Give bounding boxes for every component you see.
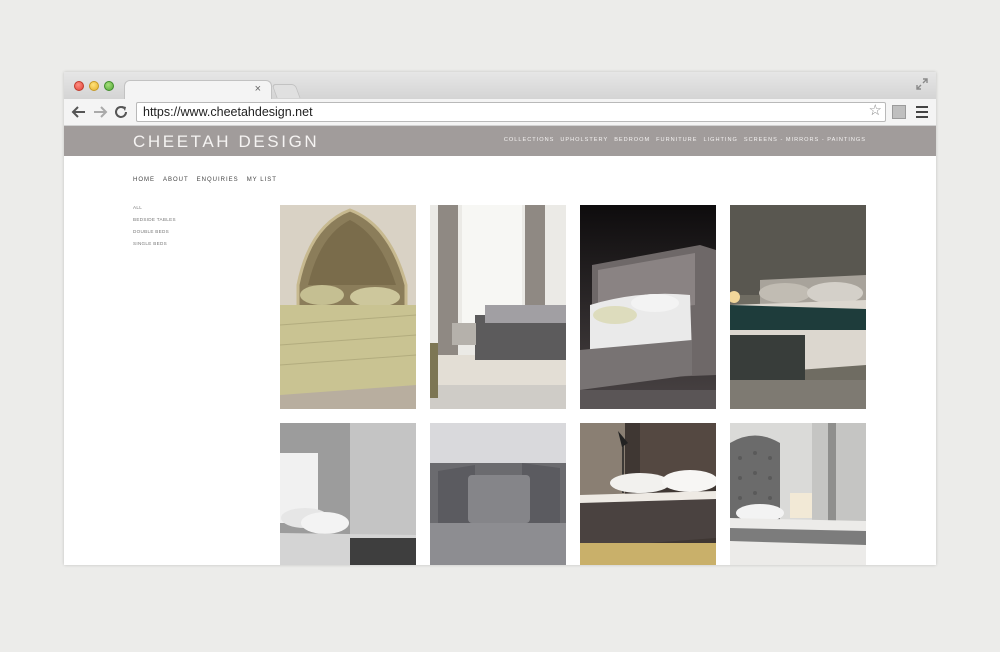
fullscreen-icon[interactable] [916, 78, 928, 90]
nav-item-upholstery[interactable]: UPHOLSTERY [560, 137, 608, 143]
product-image-grey-bed-bright-room[interactable] [430, 205, 566, 409]
subnav-item-my-list[interactable]: MY LIST [247, 177, 277, 183]
nav-item-screens[interactable]: SCREENS - MIRRORS - PAINTINGS [744, 137, 866, 143]
bed-photo [730, 205, 866, 409]
url-text: https://www.cheetahdesign.net [143, 105, 313, 119]
bed-photo [730, 423, 866, 565]
bookmark-star-icon[interactable]: ☆ [869, 102, 882, 120]
filter-bedside-tables[interactable]: BEDSIDE TABLES [133, 217, 176, 222]
zoom-window-button[interactable] [104, 81, 114, 91]
site-header: CHEETAH DESIGN COLLECTIONS UPHOLSTERY BE… [64, 126, 936, 156]
bed-photo [430, 423, 566, 565]
bed-photo [580, 423, 716, 565]
subnav-item-enquiries[interactable]: ENQUIRIES [197, 177, 239, 183]
browser-window: × https://www.cheetahdesign.net ☆ CHEETA… [64, 72, 936, 565]
tab-strip: × [64, 72, 936, 100]
bed-photo [280, 423, 416, 565]
bed-photo [580, 205, 716, 409]
product-image-tall-tufted-bed[interactable] [730, 423, 866, 565]
product-image-dark-frame-bed[interactable] [580, 205, 716, 409]
product-image-teal-throw-bed[interactable] [730, 205, 866, 409]
filter-double-beds[interactable]: DOUBLE BEDS [133, 229, 176, 234]
tab-close-icon[interactable]: × [255, 83, 261, 95]
nav-item-collections[interactable]: COLLECTIONS [504, 137, 554, 143]
sub-nav: HOME ABOUT ENQUIRIES MY LIST [133, 177, 285, 183]
close-window-button[interactable] [74, 81, 84, 91]
product-image-tufted-gold-bed[interactable] [280, 205, 416, 409]
product-image-white-headboard-bed[interactable] [280, 423, 416, 565]
bed-photo [430, 205, 566, 409]
product-image-grey-cushions-bed[interactable] [430, 423, 566, 565]
menu-icon[interactable] [916, 106, 928, 118]
product-image-lamp-bed[interactable] [580, 423, 716, 565]
forward-arrow-icon[interactable] [91, 103, 109, 121]
extension-icon[interactable] [892, 105, 906, 119]
main-nav: COLLECTIONS UPHOLSTERY BEDROOM FURNITURE… [498, 137, 866, 143]
site-logo[interactable]: CHEETAH DESIGN [133, 132, 319, 152]
address-bar[interactable]: https://www.cheetahdesign.net ☆ [136, 102, 886, 122]
browser-toolbar: https://www.cheetahdesign.net ☆ [64, 99, 936, 126]
minimize-window-button[interactable] [89, 81, 99, 91]
back-arrow-icon[interactable] [70, 103, 88, 121]
browser-tab[interactable]: × [124, 80, 272, 100]
new-tab-button[interactable] [271, 84, 301, 98]
category-filters: ALL BEDSIDE TABLES DOUBLE BEDS SINGLE BE… [133, 205, 176, 253]
reload-icon[interactable] [112, 103, 130, 121]
filter-single-beds[interactable]: SINGLE BEDS [133, 241, 176, 246]
nav-item-furniture[interactable]: FURNITURE [656, 137, 697, 143]
subnav-item-about[interactable]: ABOUT [163, 177, 189, 183]
nav-item-lighting[interactable]: LIGHTING [703, 137, 737, 143]
subnav-item-home[interactable]: HOME [133, 177, 155, 183]
nav-item-bedroom[interactable]: BEDROOM [614, 137, 650, 143]
filter-all[interactable]: ALL [133, 205, 176, 210]
bed-photo [280, 205, 416, 409]
